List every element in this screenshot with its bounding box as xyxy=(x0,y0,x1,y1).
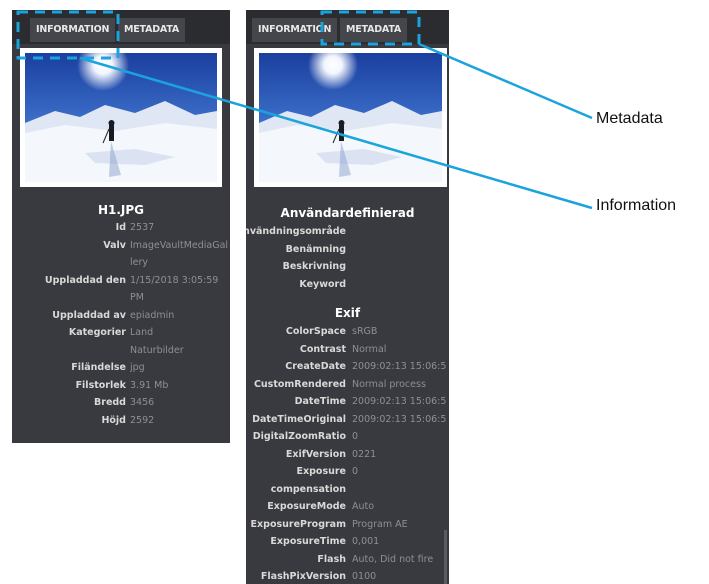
callout-overlay xyxy=(16,10,593,210)
metadata-tab-highlight xyxy=(320,10,421,46)
information-tab-highlight xyxy=(16,10,120,60)
information-callout-label: Information xyxy=(596,197,677,214)
information-callout-line xyxy=(79,56,593,210)
metadata-callout-label: Metadata xyxy=(596,110,663,127)
metadata-callout-line xyxy=(418,42,593,120)
